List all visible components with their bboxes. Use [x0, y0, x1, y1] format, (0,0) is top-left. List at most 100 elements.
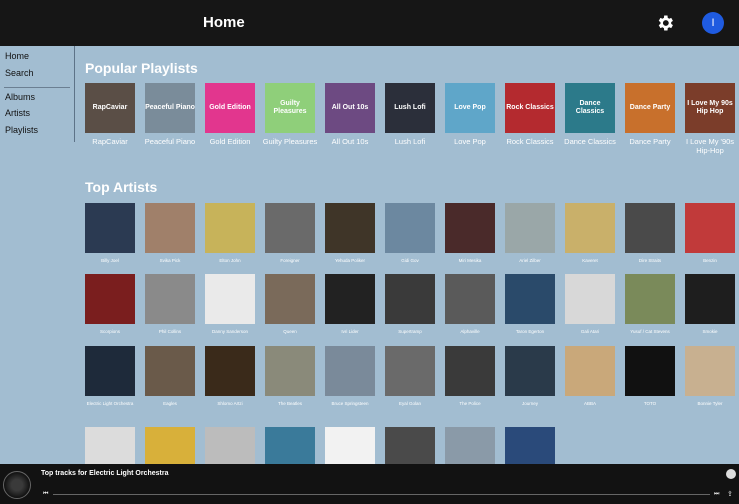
artist-photo[interactable]	[445, 274, 495, 324]
playlist-card[interactable]: Guilty Pleasures Guilty Pleasures	[263, 83, 317, 146]
artist-photo[interactable]	[85, 274, 135, 324]
artist-card[interactable]: Dire Straits	[625, 203, 675, 264]
artist-photo[interactable]	[385, 203, 435, 253]
playlist-card[interactable]: RapCaviar RapCaviar	[85, 83, 135, 146]
artist-photo[interactable]	[685, 274, 735, 324]
next-icon[interactable]: ⏭	[714, 491, 720, 497]
artist-photo[interactable]	[325, 203, 375, 253]
artist-card[interactable]: Alphaville	[445, 274, 495, 335]
artist-photo[interactable]	[505, 346, 555, 396]
artist-photo[interactable]	[625, 203, 675, 253]
playlist-card[interactable]: I Love My 90s Hip Hop I Love My '90s Hip-…	[685, 83, 735, 156]
artist-card[interactable]: Danny Sanderson	[205, 274, 255, 335]
artist-card[interactable]: Benzin	[685, 203, 735, 264]
now-playing-art[interactable]	[3, 471, 31, 499]
artist-card[interactable]: Yusuf / Cat Stevens	[625, 274, 675, 335]
playlist-cover[interactable]: Dance Classics	[565, 83, 615, 133]
artist-photo[interactable]	[205, 274, 255, 324]
artist-photo[interactable]	[565, 203, 615, 253]
artist-photo[interactable]	[265, 274, 315, 324]
artist-card[interactable]: Bruce Springsteen	[325, 346, 375, 407]
artist-photo[interactable]	[505, 203, 555, 253]
artist-photo[interactable]	[325, 346, 375, 396]
artist-card[interactable]: The Beatles	[265, 346, 315, 407]
artist-card[interactable]: Taron Egerton	[505, 274, 555, 335]
artist-card[interactable]: Ariel Zilber	[505, 203, 555, 264]
spotify-icon[interactable]	[726, 469, 736, 479]
artist-card[interactable]: Svika Pick	[145, 203, 195, 264]
artist-card[interactable]: Billy Joel	[85, 203, 135, 264]
artist-photo[interactable]	[445, 346, 495, 396]
playlist-cover[interactable]: RapCaviar	[85, 83, 135, 133]
artist-card[interactable]: Supertramp	[385, 274, 435, 335]
artist-photo[interactable]	[565, 274, 615, 324]
artist-card[interactable]: Elton John	[205, 203, 255, 264]
gear-icon[interactable]	[655, 13, 675, 33]
playlist-card[interactable]: Gold Edition Gold Edition	[205, 83, 255, 146]
playlist-card[interactable]: Peaceful Piano Peaceful Piano	[145, 83, 195, 146]
artist-card[interactable]: Gali Atari	[565, 274, 615, 335]
playlist-cover[interactable]: All Out 10s	[325, 83, 375, 133]
artist-photo[interactable]	[505, 274, 555, 324]
artist-card[interactable]: The Police	[445, 346, 495, 407]
artist-photo[interactable]	[385, 274, 435, 324]
artist-photo[interactable]	[85, 203, 135, 253]
sidebar-item-albums[interactable]: Albums	[5, 92, 35, 102]
sidebar-item-playlists[interactable]: Playlists	[5, 125, 38, 135]
artist-card[interactable]: Electric Light Orchestra	[85, 346, 135, 407]
playlist-cover[interactable]: I Love My 90s Hip Hop	[685, 83, 735, 133]
artist-photo[interactable]	[685, 346, 735, 396]
artist-card[interactable]: Eyal Golan	[385, 346, 435, 407]
artist-photo[interactable]	[145, 203, 195, 253]
playlist-cover[interactable]: Guilty Pleasures	[265, 83, 315, 133]
sidebar-item-home[interactable]: Home	[5, 51, 29, 61]
artist-photo[interactable]	[565, 346, 615, 396]
artist-card[interactable]: Phil Collins	[145, 274, 195, 335]
artist-photo[interactable]	[685, 203, 735, 253]
playlist-cover[interactable]: Dance Party	[625, 83, 675, 133]
artist-card[interactable]: Shlomo Artzi	[205, 346, 255, 407]
playlist-cover[interactable]: Gold Edition	[205, 83, 255, 133]
playlist-cover[interactable]: Love Pop	[445, 83, 495, 133]
progress-bar[interactable]	[53, 494, 710, 495]
playlist-card[interactable]: Rock Classics Rock Classics	[505, 83, 555, 146]
artist-card[interactable]: TOTO	[625, 346, 675, 407]
playlist-card[interactable]: Love Pop Love Pop	[445, 83, 495, 146]
artist-card[interactable]: Journey	[505, 346, 555, 407]
artist-photo[interactable]	[145, 274, 195, 324]
playlist-card[interactable]: Lush Lofi Lush Lofi	[385, 83, 435, 146]
artist-card[interactable]: Queen	[265, 274, 315, 335]
artist-card[interactable]: Gidi Gov	[385, 203, 435, 264]
playlist-card[interactable]: All Out 10s All Out 10s	[325, 83, 375, 146]
artist-card[interactable]: Kaveret	[565, 203, 615, 264]
artist-card[interactable]: Bonnie Tyler	[685, 346, 735, 407]
playlist-cover[interactable]: Lush Lofi	[385, 83, 435, 133]
avatar[interactable]: I	[702, 12, 724, 34]
playlist-card[interactable]: Dance Party Dance Party	[625, 83, 675, 146]
previous-icon[interactable]: ⏮	[43, 491, 49, 497]
artist-photo[interactable]	[85, 346, 135, 396]
artist-card[interactable]: Ivri Lider	[325, 274, 375, 335]
artist-card[interactable]: Scorpions	[85, 274, 135, 335]
artist-photo[interactable]	[385, 346, 435, 396]
artist-photo[interactable]	[205, 346, 255, 396]
artist-card[interactable]: ABBA	[565, 346, 615, 407]
share-icon[interactable]: ⇪	[727, 491, 735, 499]
artist-card[interactable]: Miri Mesika	[445, 203, 495, 264]
artist-photo[interactable]	[265, 203, 315, 253]
artist-card[interactable]: Smokie	[685, 274, 735, 335]
artist-photo[interactable]	[625, 346, 675, 396]
artist-photo[interactable]	[445, 203, 495, 253]
artist-card[interactable]: Eagles	[145, 346, 195, 407]
playlist-cover[interactable]: Peaceful Piano	[145, 83, 195, 133]
artist-photo[interactable]	[265, 346, 315, 396]
sidebar-item-artists[interactable]: Artists	[5, 108, 30, 118]
playlist-card[interactable]: Dance Classics Dance Classics	[564, 83, 616, 146]
artist-card[interactable]: Yehuda Poliker	[325, 203, 375, 264]
playlist-cover[interactable]: Rock Classics	[505, 83, 555, 133]
artist-photo[interactable]	[145, 346, 195, 396]
sidebar-item-search[interactable]: Search	[5, 68, 34, 78]
artist-card[interactable]: Foreigner	[265, 203, 315, 264]
artist-photo[interactable]	[625, 274, 675, 324]
artist-photo[interactable]	[205, 203, 255, 253]
